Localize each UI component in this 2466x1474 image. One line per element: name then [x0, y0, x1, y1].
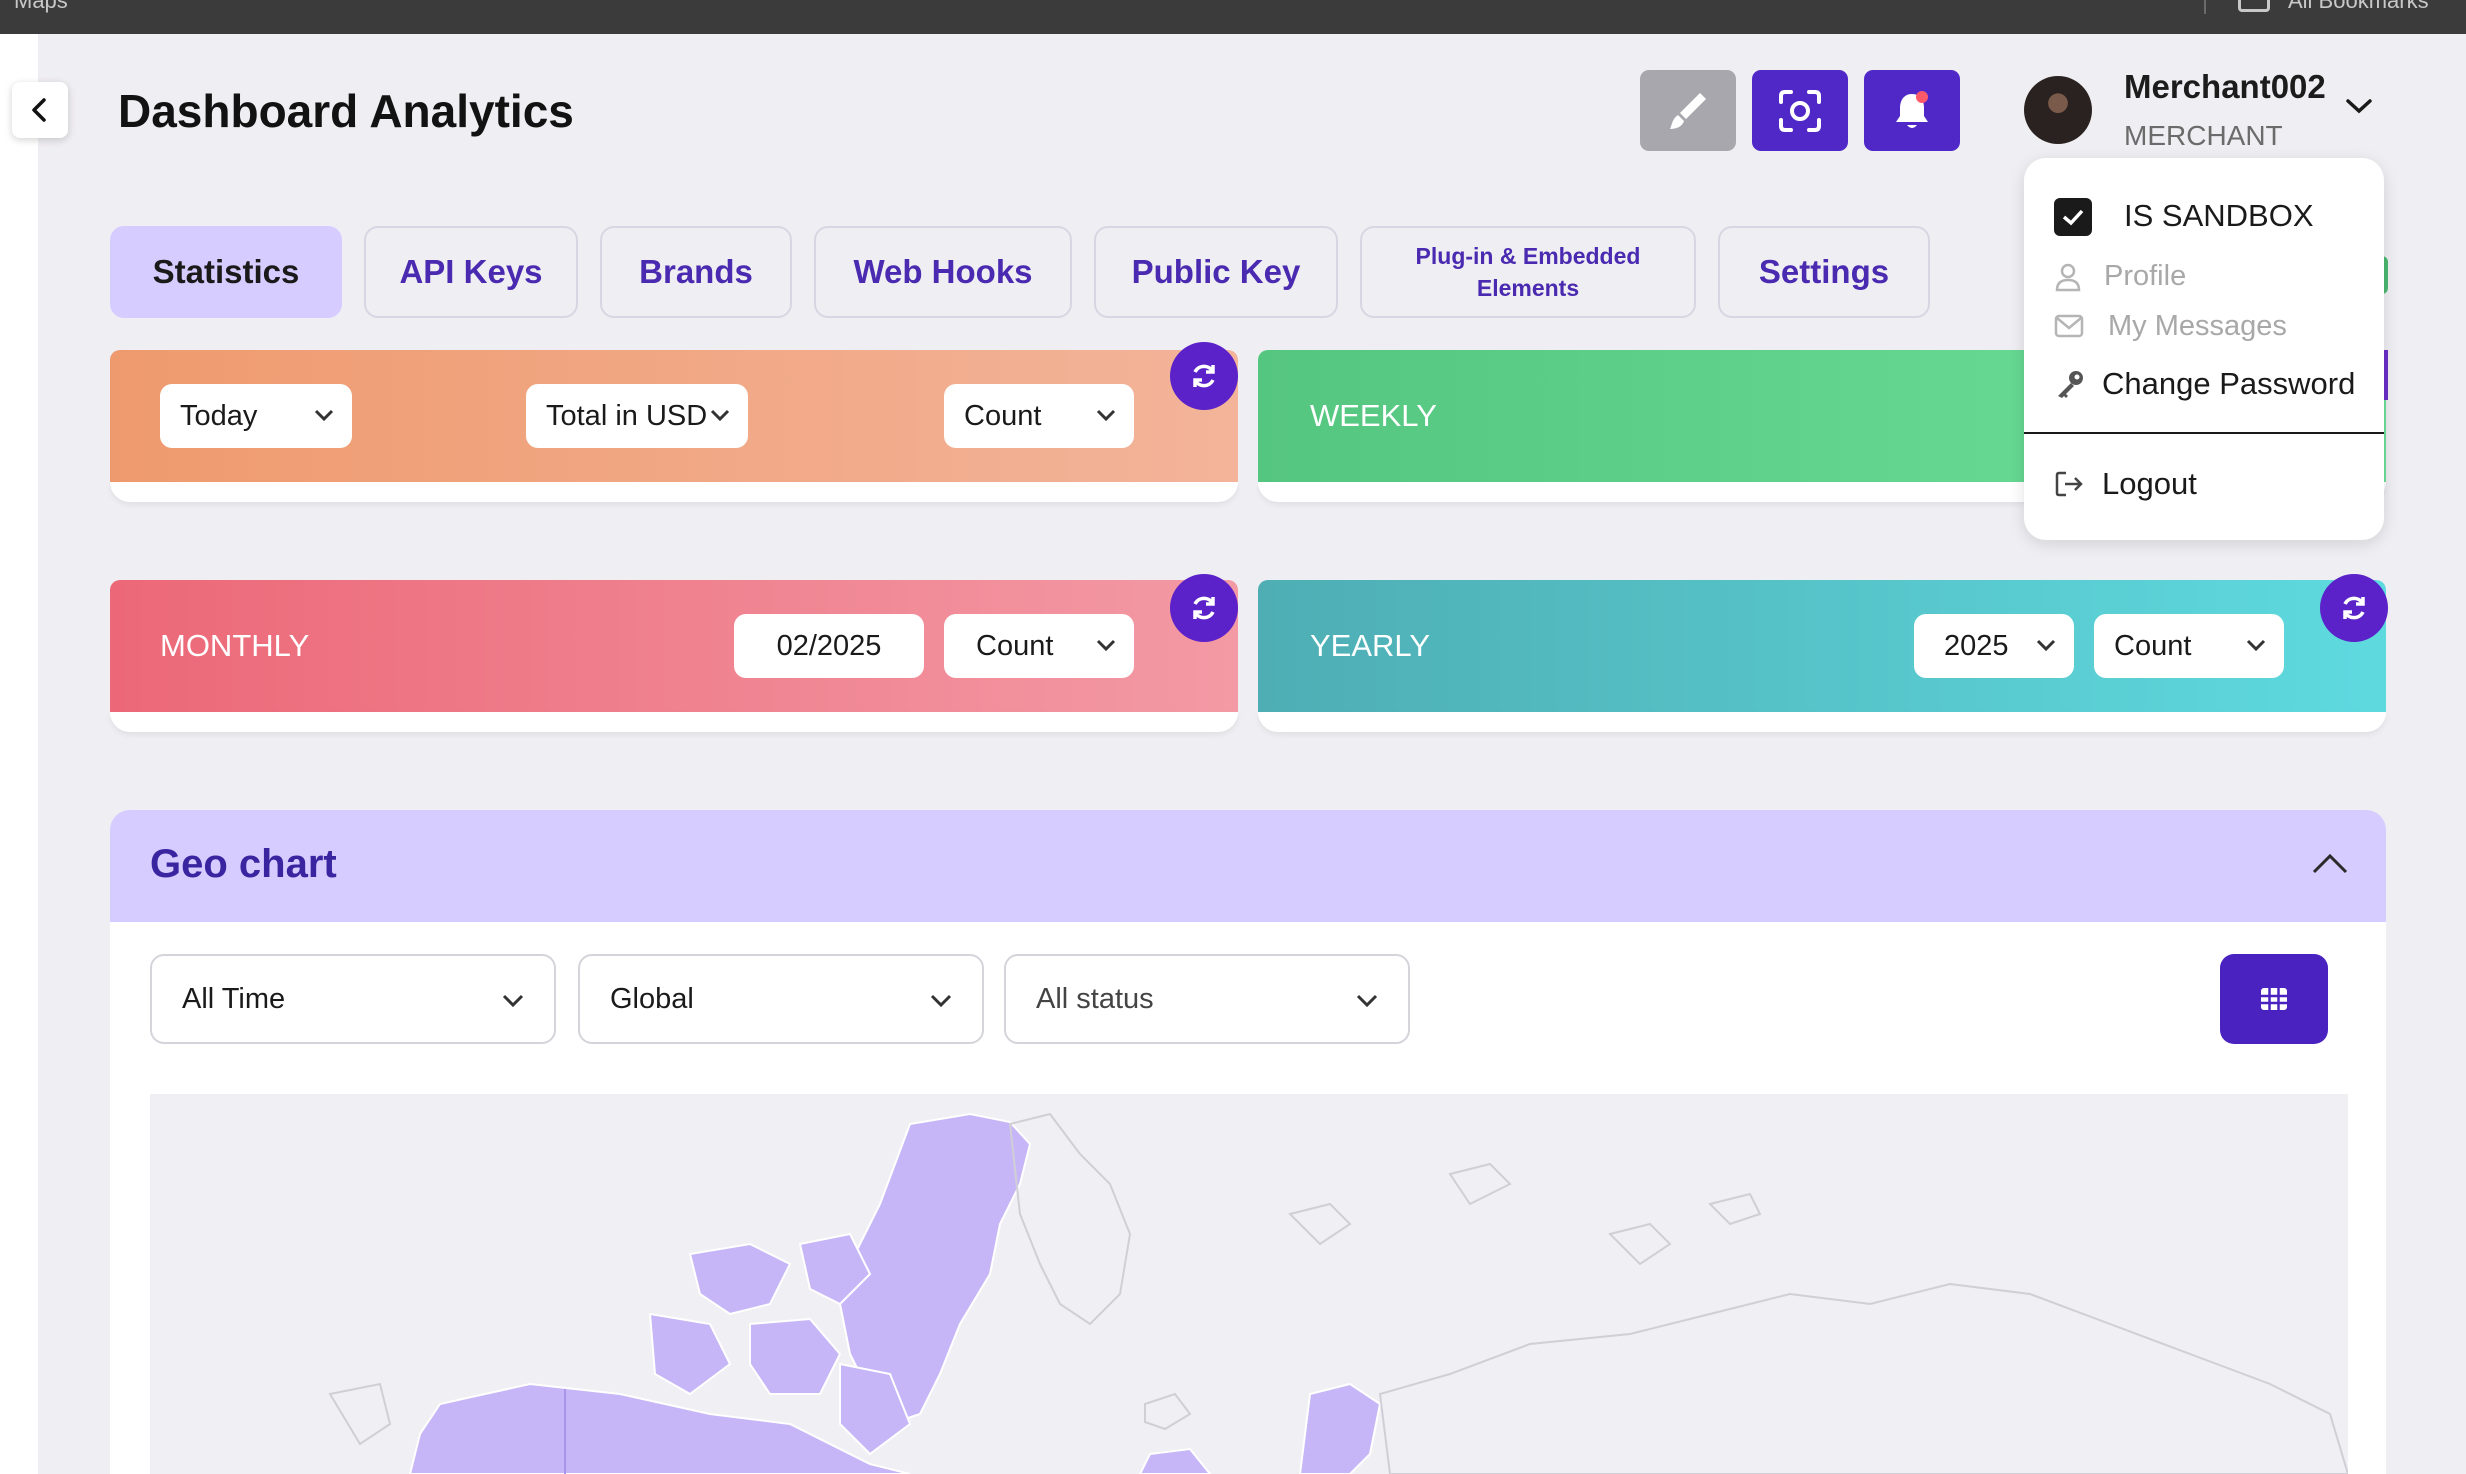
yearly-card-base: [1258, 712, 2386, 732]
bookmark-separator: [2204, 0, 2206, 14]
menu-item-change-password[interactable]: Change Password: [2024, 358, 2384, 408]
brush-icon: [1670, 92, 1706, 129]
yearly-metric-value: Count: [2114, 629, 2192, 662]
messages-label: My Messages: [2108, 310, 2287, 342]
mail-icon: [2054, 314, 2084, 338]
table-view-button[interactable]: [2220, 954, 2328, 1044]
refresh-icon: [1193, 364, 1215, 388]
chevron-down-icon: [502, 994, 524, 1008]
geo-chart-header[interactable]: [110, 810, 2386, 922]
geo-chart-title: Geo chart: [150, 842, 337, 886]
year-value: 2025: [1944, 629, 2009, 662]
month-picker[interactable]: 02/2025: [734, 614, 924, 678]
yearly-refresh-button[interactable]: [2320, 574, 2388, 642]
bookmark-folder-icon: [2238, 0, 2270, 12]
user-icon: [2055, 263, 2081, 292]
user-role: MERCHANT: [2124, 120, 2283, 151]
change-password-label: Change Password: [2102, 366, 2356, 401]
tab-brands[interactable]: Brands: [600, 226, 792, 318]
refresh-icon: [1193, 596, 1215, 620]
user-dropdown-menu: IS SANDBOX Profile My Messages Change Pa…: [2024, 158, 2384, 540]
region-filter-value: Global: [610, 982, 694, 1015]
menu-item-profile[interactable]: Profile: [2024, 250, 2384, 300]
screenshot-button[interactable]: [1752, 70, 1848, 151]
back-button[interactable]: [12, 82, 68, 138]
clear-cache-button[interactable]: [1640, 70, 1736, 151]
chevron-down-icon[interactable]: [2344, 96, 2374, 121]
period-select[interactable]: Today: [160, 384, 352, 448]
chevron-down-icon: [1356, 994, 1378, 1008]
world-map-svg: [328, 1112, 2348, 1474]
chevron-down-icon: [1096, 409, 1116, 422]
tab-api-keys[interactable]: API Keys: [364, 226, 578, 318]
status-filter-select[interactable]: All status: [1004, 954, 1410, 1044]
monthly-metric-select[interactable]: Count: [944, 614, 1134, 678]
tab-settings[interactable]: Settings: [1718, 226, 1930, 318]
menu-divider: [2024, 432, 2384, 434]
daily-metric-value: Count: [964, 399, 1042, 432]
sandbox-label: IS SANDBOX: [2124, 198, 2314, 233]
region-filter-select[interactable]: Global: [578, 954, 984, 1044]
currency-select[interactable]: Total in USD: [526, 384, 748, 448]
menu-item-messages[interactable]: My Messages: [2024, 300, 2384, 350]
chevron-left-icon: [32, 98, 46, 122]
menu-item-logout[interactable]: Logout: [2024, 458, 2384, 508]
time-filter-select[interactable]: All Time: [150, 954, 556, 1044]
chevron-down-icon: [314, 409, 334, 422]
tab-web-hooks[interactable]: Web Hooks: [814, 226, 1072, 318]
chevron-down-icon: [710, 409, 730, 422]
logout-label: Logout: [2102, 466, 2197, 501]
refresh-icon: [2343, 596, 2365, 620]
avatar[interactable]: [2024, 76, 2092, 144]
sandbox-toggle[interactable]: IS SANDBOX: [2024, 190, 2384, 240]
chevron-down-icon: [2246, 639, 2266, 652]
bookmark-maps[interactable]: Maps: [14, 0, 68, 14]
tab-plugin-embedded[interactable]: Plug-in & Embedded Elements: [1360, 226, 1696, 318]
yearly-metric-select[interactable]: Count: [2094, 614, 2284, 678]
yearly-label: YEARLY: [1310, 628, 1431, 663]
monthly-card-base: [110, 712, 1238, 732]
period-value: Today: [180, 399, 258, 432]
capture-icon: [1779, 89, 1821, 132]
monthly-refresh-button[interactable]: [1170, 574, 1238, 642]
daily-metric-select[interactable]: Count: [944, 384, 1134, 448]
all-bookmarks[interactable]: All Bookmarks: [2288, 0, 2429, 14]
bookmark-bar: [0, 0, 2466, 34]
year-select[interactable]: 2025: [1914, 614, 2074, 678]
key-icon: [2058, 371, 2083, 398]
chevron-up-icon[interactable]: [2310, 850, 2350, 881]
sidebar-strip: [0, 34, 38, 1474]
tab-public-key[interactable]: Public Key: [1094, 226, 1338, 318]
currency-value: Total in USD: [546, 399, 708, 432]
notifications-button[interactable]: [1864, 70, 1960, 151]
daily-card-base: [110, 482, 1238, 502]
world-map[interactable]: [150, 1094, 2348, 1474]
chevron-down-icon: [1096, 639, 1116, 652]
grid-icon: [2261, 988, 2287, 1010]
daily-refresh-button[interactable]: [1170, 342, 1238, 410]
page-title: Dashboard Analytics: [118, 85, 574, 137]
weekly-label: WEEKLY: [1310, 398, 1437, 433]
user-name[interactable]: Merchant002: [2124, 68, 2326, 106]
logout-icon: [2055, 471, 2083, 497]
profile-label: Profile: [2104, 260, 2187, 292]
monthly-label: MONTHLY: [160, 628, 310, 663]
chevron-down-icon: [930, 994, 952, 1008]
status-filter-value: All status: [1036, 982, 1154, 1015]
month-value: 02/2025: [776, 629, 882, 662]
time-filter-value: All Time: [182, 982, 286, 1015]
monthly-metric-value: Count: [976, 629, 1054, 662]
tab-statistics[interactable]: Statistics: [110, 226, 342, 318]
bell-icon: [1896, 90, 1928, 128]
chevron-down-icon: [2036, 639, 2056, 652]
checkbox-checked-icon[interactable]: [2054, 198, 2092, 236]
